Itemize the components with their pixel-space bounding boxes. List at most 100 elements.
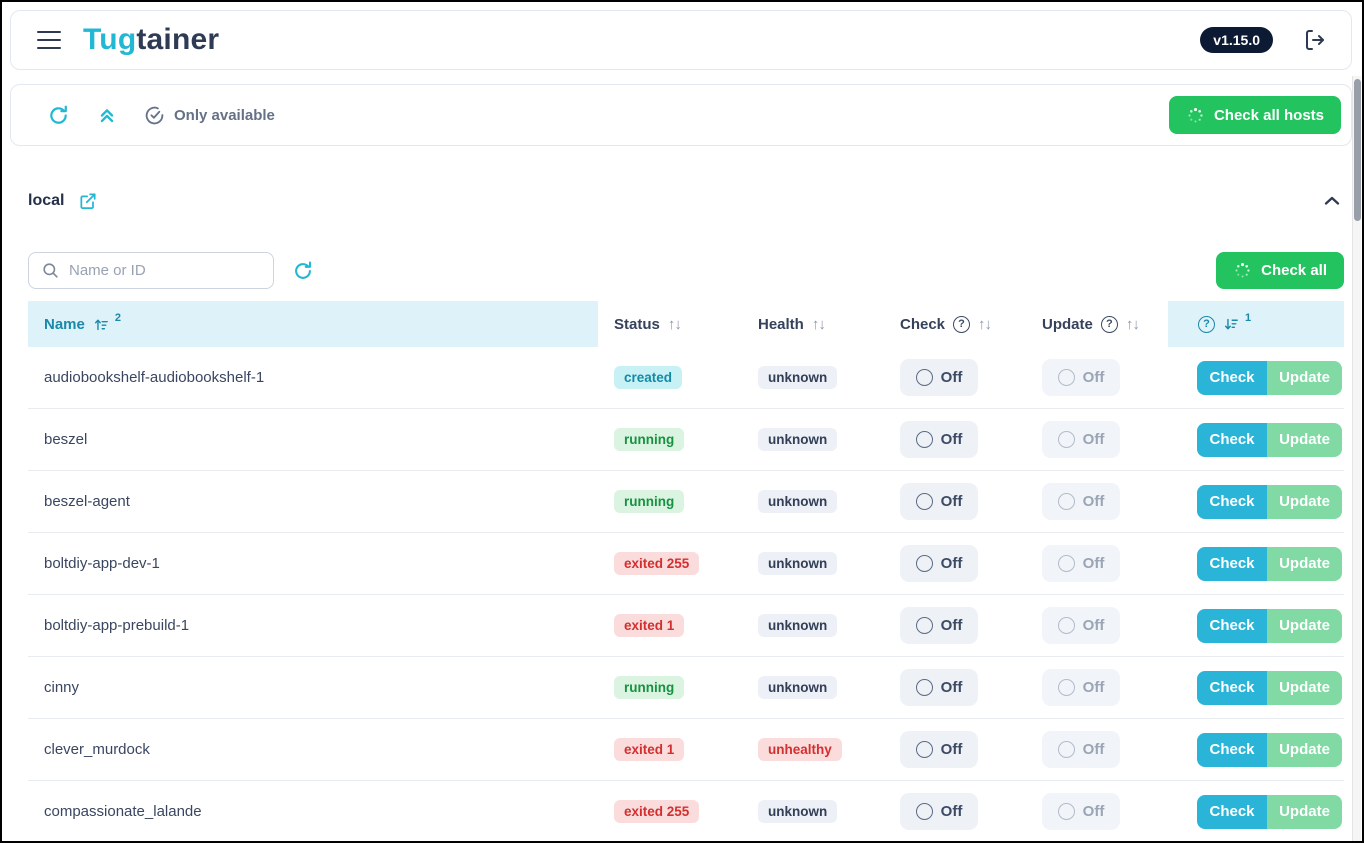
update-toggle-label: Off [1083, 493, 1105, 510]
status-badge: exited 255 [614, 552, 699, 576]
row-check-button[interactable]: Check [1197, 671, 1267, 705]
row-update-button[interactable]: Update [1267, 609, 1342, 643]
refresh-icon[interactable] [47, 104, 70, 127]
column-header-name[interactable]: Name 2 [28, 301, 598, 347]
table-row: cinny running unknown Off Off Check Upda… [28, 657, 1344, 719]
update-toggle[interactable]: Off [1042, 545, 1120, 582]
status-badge: exited 255 [614, 800, 699, 824]
radio-icon [916, 369, 933, 386]
health-badge: unknown [758, 490, 837, 514]
column-label-health: Health [758, 316, 804, 333]
update-toggle[interactable]: Off [1042, 359, 1120, 396]
row-update-button[interactable]: Update [1267, 361, 1342, 395]
scrollbar-thumb[interactable] [1354, 79, 1361, 221]
table-row: compassionate_lalande exited 255 unknown… [28, 781, 1344, 843]
row-update-button[interactable]: Update [1267, 733, 1342, 767]
check-all-button[interactable]: Check all [1216, 252, 1344, 289]
status-badge: created [614, 366, 682, 390]
update-toggle[interactable]: Off [1042, 421, 1120, 458]
column-header-health[interactable]: Health [742, 301, 884, 347]
row-check-button[interactable]: Check [1197, 733, 1267, 767]
row-check-button[interactable]: Check [1197, 547, 1267, 581]
check-toggle[interactable]: Off [900, 483, 978, 520]
help-icon[interactable] [1101, 316, 1118, 333]
vertical-scrollbar[interactable] [1352, 76, 1361, 841]
check-toggle-label: Off [941, 741, 963, 758]
check-all-hosts-label: Check all hosts [1214, 107, 1324, 124]
radio-icon [1058, 803, 1075, 820]
status-badge: running [614, 490, 684, 514]
app-logo: Tugtainer [83, 23, 219, 57]
update-toggle[interactable]: Off [1042, 669, 1120, 706]
collapse-all-icon[interactable] [96, 104, 118, 126]
check-toggle[interactable]: Off [900, 545, 978, 582]
check-toggle-label: Off [941, 679, 963, 696]
column-header-update[interactable]: Update [1026, 301, 1168, 347]
row-check-button[interactable]: Check [1197, 609, 1267, 643]
check-circle-icon [144, 105, 165, 126]
check-all-hosts-button[interactable]: Check all hosts [1169, 96, 1341, 134]
row-update-button[interactable]: Update [1267, 671, 1342, 705]
search-input[interactable] [69, 262, 263, 279]
row-check-button[interactable]: Check [1197, 795, 1267, 829]
check-all-label: Check all [1261, 262, 1327, 279]
container-name: boltdiy-app-dev-1 [44, 555, 160, 572]
row-check-button[interactable]: Check [1197, 361, 1267, 395]
row-update-button[interactable]: Update [1267, 423, 1342, 457]
sort-arrows-icon [1126, 316, 1139, 333]
check-toggle[interactable]: Off [900, 793, 978, 830]
check-toggle[interactable]: Off [900, 607, 978, 644]
row-check-button[interactable]: Check [1197, 423, 1267, 457]
toolbar: Only available Check all hosts [10, 84, 1352, 146]
only-available-toggle[interactable]: Only available [144, 105, 275, 126]
check-toggle[interactable]: Off [900, 669, 978, 706]
update-toggle-label: Off [1083, 555, 1105, 572]
status-badge: exited 1 [614, 614, 684, 638]
row-check-button[interactable]: Check [1197, 485, 1267, 519]
table-row: boltdiy-app-prebuild-1 exited 1 unknown … [28, 595, 1344, 657]
row-actions: Check Update [1197, 485, 1342, 519]
menu-icon[interactable] [37, 31, 61, 49]
column-header-actions[interactable]: 1 [1168, 301, 1344, 347]
external-link-icon[interactable] [78, 191, 98, 211]
host-refresh-icon[interactable] [292, 260, 314, 282]
update-toggle[interactable]: Off [1042, 731, 1120, 768]
spinner-icon [1186, 106, 1205, 125]
search-box [28, 252, 274, 289]
table-row: clever_murdock exited 1 unhealthy Off Of… [28, 719, 1344, 781]
radio-icon [916, 431, 933, 448]
check-toggle-label: Off [941, 803, 963, 820]
update-toggle[interactable]: Off [1042, 607, 1120, 644]
column-label-check: Check [900, 316, 945, 333]
check-toggle[interactable]: Off [900, 359, 978, 396]
help-icon[interactable] [1198, 316, 1215, 333]
sort-descending-icon [1223, 316, 1240, 333]
update-toggle[interactable]: Off [1042, 483, 1120, 520]
column-header-status[interactable]: Status [598, 301, 742, 347]
help-icon[interactable] [953, 316, 970, 333]
row-update-button[interactable]: Update [1267, 795, 1342, 829]
row-update-button[interactable]: Update [1267, 485, 1342, 519]
sort-ascending-icon [93, 316, 110, 333]
container-name: beszel [44, 431, 87, 448]
host-section-header: local [28, 186, 1344, 216]
radio-icon [916, 555, 933, 572]
update-toggle-label: Off [1083, 679, 1105, 696]
check-toggle-label: Off [941, 555, 963, 572]
host-name: local [28, 192, 64, 210]
only-available-label: Only available [174, 107, 275, 124]
version-badge: v1.15.0 [1200, 27, 1273, 53]
container-name: compassionate_lalande [44, 803, 202, 820]
check-toggle[interactable]: Off [900, 731, 978, 768]
table-body: audiobookshelf-audiobookshelf-1 created … [28, 347, 1344, 843]
radio-icon [916, 617, 933, 634]
logout-icon[interactable] [1303, 28, 1327, 52]
update-toggle-label: Off [1083, 741, 1105, 758]
column-header-check[interactable]: Check [884, 301, 1026, 347]
row-update-button[interactable]: Update [1267, 547, 1342, 581]
collapse-host-icon[interactable] [1320, 189, 1344, 213]
table-row: beszel-agent running unknown Off Off Che… [28, 471, 1344, 533]
check-toggle[interactable]: Off [900, 421, 978, 458]
update-toggle[interactable]: Off [1042, 793, 1120, 830]
radio-icon [916, 741, 933, 758]
